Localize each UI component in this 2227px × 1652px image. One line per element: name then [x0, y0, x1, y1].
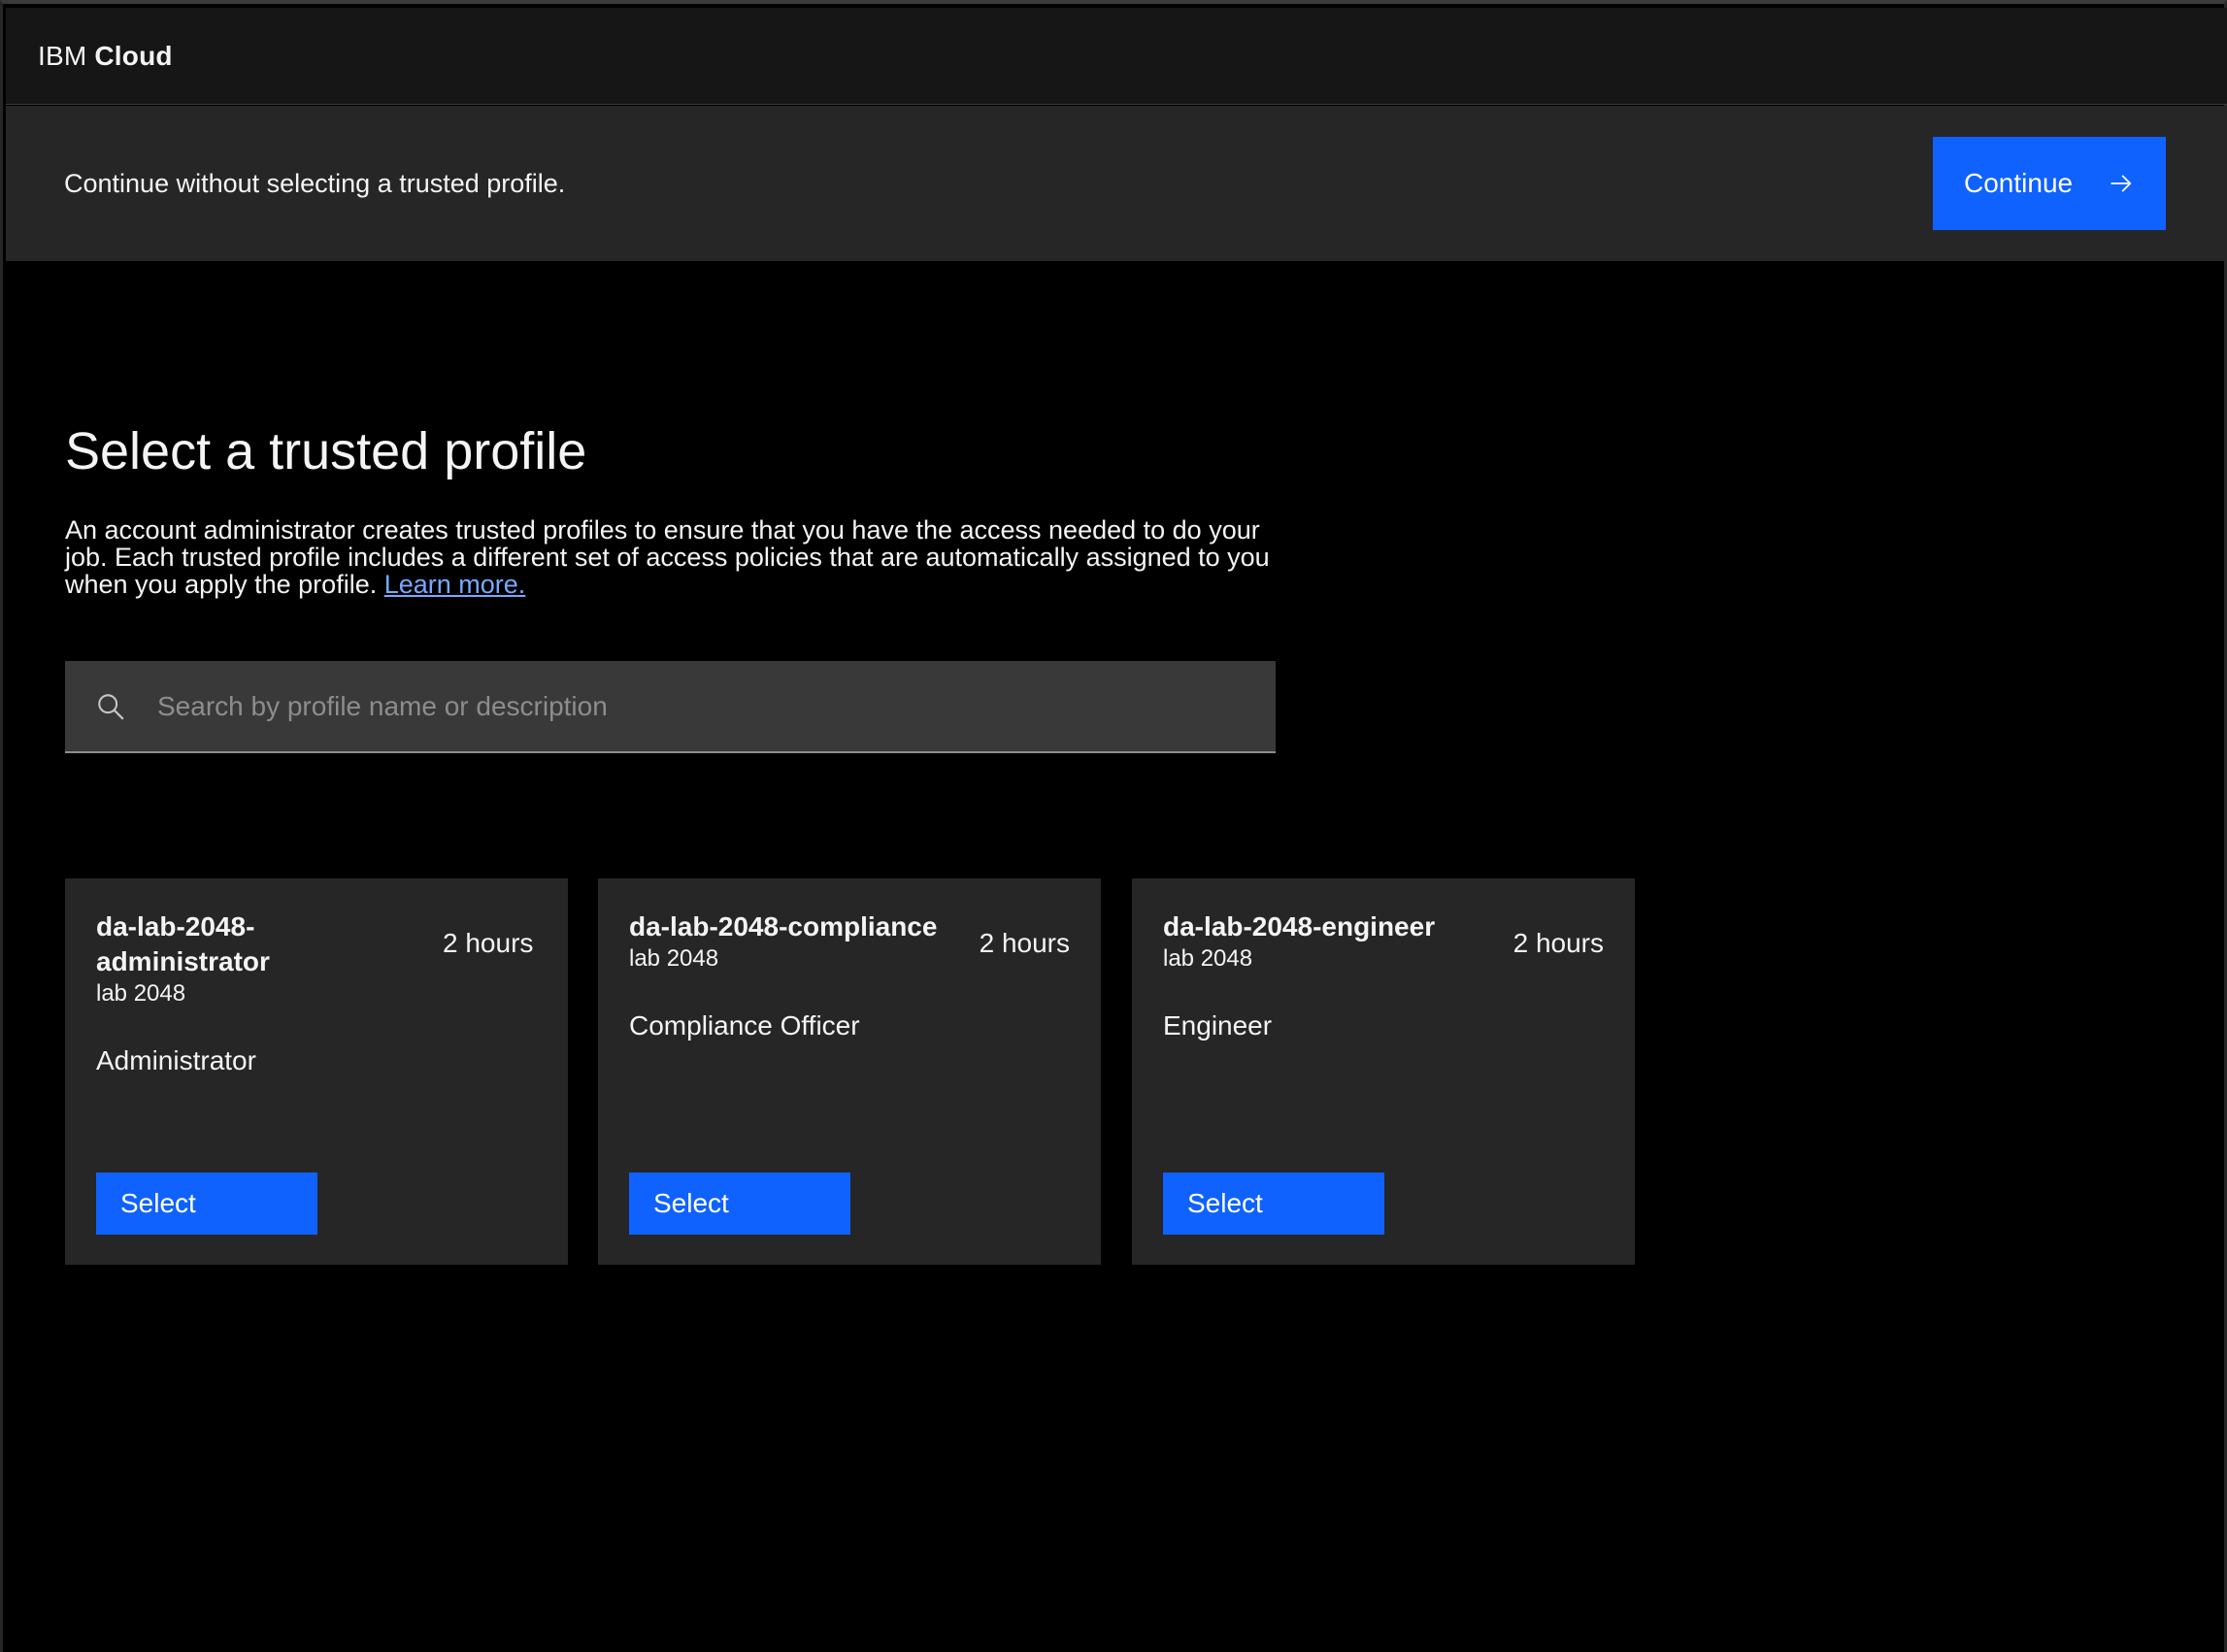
- profile-search: [65, 661, 1276, 753]
- page-title: Select a trusted profile: [65, 422, 587, 480]
- profile-role: Engineer: [1163, 1010, 1273, 1041]
- profile-name: da-lab-2048-engineer: [1163, 911, 1436, 942]
- description-text: An account administrator creates trusted…: [65, 515, 1270, 599]
- profile-subtitle: lab 2048: [629, 945, 719, 972]
- learn-more-link[interactable]: Learn more.: [384, 570, 526, 599]
- continue-button-label: Continue: [1964, 168, 2074, 198]
- profile-subtitle: lab 2048: [96, 980, 186, 1007]
- profile-card: da-lab-2048-engineer 2 hours lab 2048 En…: [1132, 878, 1635, 1265]
- select-profile-button[interactable]: Select: [96, 1173, 317, 1235]
- profile-role: Administrator: [96, 1045, 256, 1075]
- search-icon: [98, 694, 124, 720]
- profile-name: da-lab-2048-administrator: [96, 911, 270, 976]
- profile-card: da-lab-2048-compliance 2 hours lab 2048 …: [598, 878, 1101, 1265]
- page-description: An account administrator creates trusted…: [65, 516, 1279, 598]
- app-window: IBM Cloud Continue without selecting a t…: [0, 0, 2227, 1652]
- banner-message: Continue without selecting a trusted pro…: [64, 168, 566, 198]
- continue-banner: Continue without selecting a trusted pro…: [6, 106, 2227, 261]
- select-profile-button[interactable]: Select: [1163, 1173, 1384, 1235]
- search-input[interactable]: [157, 661, 1254, 751]
- continue-button[interactable]: Continue: [1933, 137, 2166, 230]
- profile-duration: 2 hours: [979, 928, 1070, 958]
- arrow-right-icon: [2111, 175, 2132, 192]
- profile-subtitle: lab 2048: [1163, 945, 1253, 972]
- ibm-cloud-logo[interactable]: IBM Cloud: [38, 41, 173, 72]
- select-profile-button[interactable]: Select: [629, 1173, 850, 1235]
- profile-role: Compliance Officer: [629, 1010, 860, 1041]
- brand-product: Cloud: [94, 40, 173, 71]
- profile-card: da-lab-2048-administrator 2 hours lab 20…: [65, 878, 568, 1265]
- profile-duration: 2 hours: [1512, 928, 1604, 958]
- brand-company: IBM: [38, 40, 87, 71]
- profile-duration: 2 hours: [443, 928, 534, 958]
- top-navigation-bar: IBM Cloud: [6, 8, 2227, 105]
- profile-name: da-lab-2048-compliance: [629, 911, 938, 942]
